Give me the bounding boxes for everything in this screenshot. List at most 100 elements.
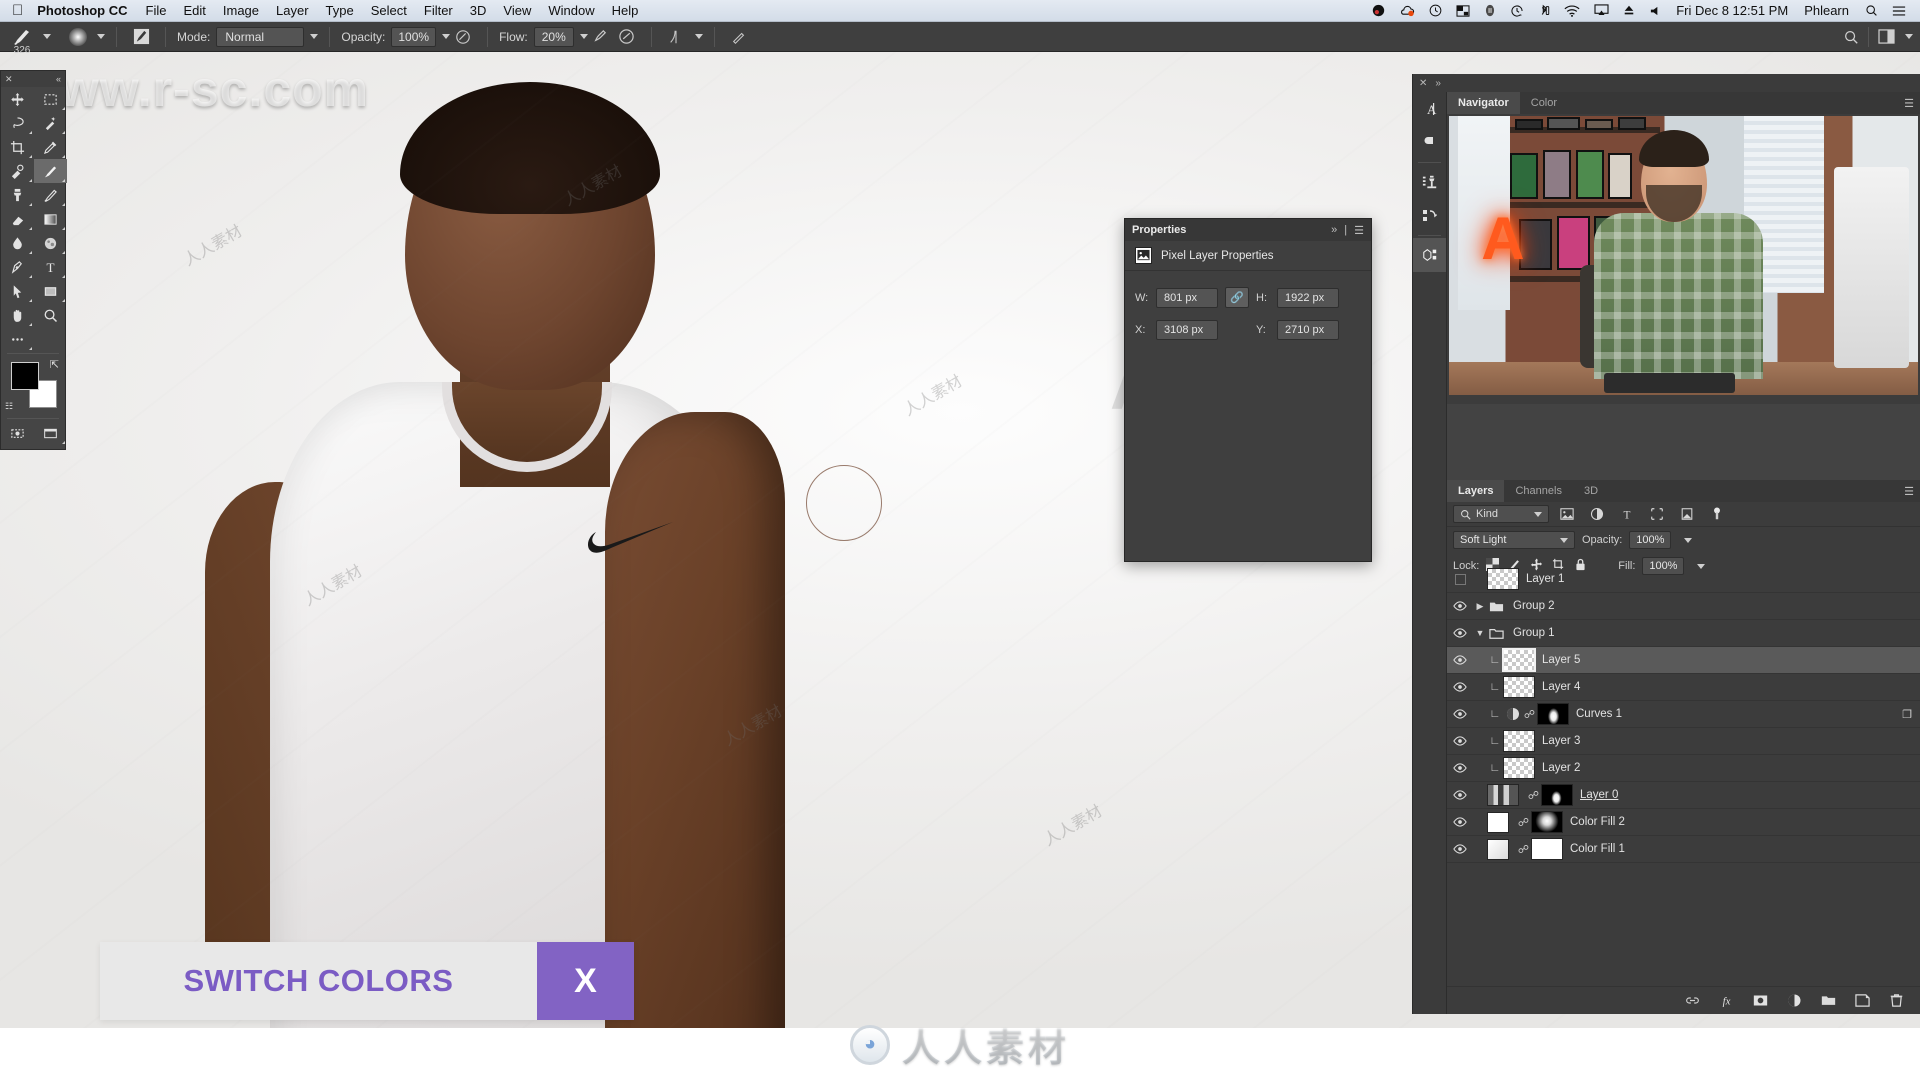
- spot-healing-brush-tool[interactable]: [1, 159, 34, 183]
- tablet-pressure-icon[interactable]: [726, 25, 752, 49]
- width-input[interactable]: 801 px: [1156, 287, 1218, 308]
- dodge-tool[interactable]: [34, 231, 67, 255]
- layer-visibility-toggle[interactable]: [1447, 763, 1473, 773]
- layer-visibility-toggle[interactable]: [1447, 655, 1473, 665]
- opacity-input[interactable]: 100%: [391, 26, 437, 47]
- layer-thumbnail[interactable]: [1487, 838, 1509, 860]
- tab-layers[interactable]: Layers: [1447, 480, 1505, 502]
- layer-thumbnail[interactable]: [1502, 648, 1536, 672]
- layer-mask-thumbnail[interactable]: [1541, 784, 1573, 806]
- table-row[interactable]: ▶ Group 2: [1447, 593, 1920, 620]
- layer-visibility-toggle[interactable]: [1447, 817, 1473, 827]
- menu-select[interactable]: Select: [371, 3, 407, 18]
- close-icon[interactable]: ✕: [1419, 78, 1427, 89]
- table-row[interactable]: ☍ Color Fill 2: [1447, 809, 1920, 836]
- workspace-chevron-icon[interactable]: [1905, 34, 1913, 39]
- menu-window[interactable]: Window: [548, 3, 594, 18]
- dropbox-icon[interactable]: [1372, 4, 1385, 17]
- table-row[interactable]: ∟ Layer 3: [1447, 728, 1920, 755]
- link-mask-icon[interactable]: ☍: [1516, 843, 1531, 856]
- mode-select[interactable]: Normal: [216, 26, 305, 47]
- menu-filter[interactable]: Filter: [424, 3, 453, 18]
- panel-menu-icon[interactable]: ☰: [1904, 485, 1914, 498]
- layer-visibility-toggle[interactable]: [1447, 601, 1473, 611]
- opacity-chevron-icon[interactable]: [1684, 537, 1693, 543]
- layer-thumbnail[interactable]: [1503, 757, 1535, 779]
- new-group-icon[interactable]: [1821, 993, 1836, 1008]
- curves-adjustment-icon[interactable]: [1503, 707, 1522, 721]
- clock-icon[interactable]: [1429, 4, 1442, 17]
- clone-source-icon[interactable]: [1413, 165, 1446, 199]
- filter-shape-icon[interactable]: [1645, 504, 1669, 524]
- collapse-icon[interactable]: »: [1435, 78, 1441, 89]
- brush-size-chevron-icon[interactable]: [97, 34, 105, 39]
- airplay-icon[interactable]: [1594, 4, 1609, 17]
- crop-tool[interactable]: [1, 135, 34, 159]
- brush-tool-icon[interactable]: 326: [7, 25, 37, 56]
- panel-menu-icon[interactable]: ☰: [1904, 97, 1914, 110]
- paragraph-panel-icon[interactable]: [1413, 126, 1446, 160]
- y-input[interactable]: 2710 px: [1277, 319, 1339, 340]
- menu-image[interactable]: Image: [223, 3, 259, 18]
- table-row[interactable]: ∟ Layer 4: [1447, 674, 1920, 701]
- layer-name[interactable]: Layer 0: [1580, 789, 1912, 801]
- edit-toolbar[interactable]: [1, 327, 34, 351]
- lasso-tool[interactable]: [1, 111, 34, 135]
- layer-thumbnail[interactable]: [1503, 730, 1535, 752]
- 3d-panel-icon[interactable]: [1413, 238, 1446, 272]
- menu-view[interactable]: View: [503, 3, 531, 18]
- eyedropper-tool[interactable]: [34, 135, 67, 159]
- menu-file[interactable]: File: [146, 3, 167, 18]
- rectangular-marquee-tool[interactable]: [34, 87, 67, 111]
- layer-name[interactable]: Layer 2: [1542, 762, 1912, 774]
- link-mask-icon[interactable]: ☍: [1516, 816, 1531, 829]
- layer-mask-thumbnail[interactable]: [1531, 838, 1563, 860]
- layer-thumbnail[interactable]: [1487, 568, 1519, 590]
- layer-visibility-toggle[interactable]: [1447, 736, 1473, 746]
- mode-chevron-icon[interactable]: [310, 34, 319, 39]
- eject-icon[interactable]: [1623, 4, 1635, 17]
- app-name-label[interactable]: Photoshop CC: [37, 3, 127, 18]
- layer-name[interactable]: Group 2: [1513, 600, 1912, 612]
- layer-name[interactable]: Layer 1: [1526, 573, 1912, 585]
- layer-list[interactable]: Layer 1 ▶ Group 2 ▼ Group 1 ∟ Layer 5 ∟ …: [1447, 566, 1920, 986]
- chevron-down-icon[interactable]: ▼: [1473, 628, 1487, 638]
- panel-menu-icon[interactable]: ☰: [1354, 224, 1364, 237]
- tab-channels[interactable]: Channels: [1504, 480, 1572, 502]
- airbrush-icon[interactable]: [588, 25, 614, 49]
- filter-adjustment-icon[interactable]: [1585, 504, 1609, 524]
- link-constrain-icon[interactable]: 🔗: [1225, 287, 1249, 308]
- opacity-chevron-icon[interactable]: [442, 34, 451, 39]
- brush-panel-icon[interactable]: [128, 25, 154, 49]
- layer-thumbnail[interactable]: [1487, 784, 1519, 806]
- bluetooth-icon[interactable]: [1538, 4, 1550, 18]
- layer-mask-thumbnail[interactable]: [1537, 703, 1569, 725]
- hand-tool[interactable]: [1, 303, 34, 327]
- battery-icon[interactable]: [1484, 4, 1496, 17]
- chevron-down-icon[interactable]: [1560, 537, 1568, 543]
- layer-thumbnail[interactable]: [1487, 811, 1509, 833]
- table-row[interactable]: ∟ Layer 5: [1447, 647, 1920, 674]
- brush-preset-chevron-icon[interactable]: [43, 34, 51, 39]
- quick-mask-icon[interactable]: [1, 421, 34, 445]
- close-icon[interactable]: ✕: [5, 74, 13, 85]
- type-tool[interactable]: T: [34, 255, 67, 279]
- search-icon[interactable]: [1865, 4, 1878, 17]
- default-colors-icon[interactable]: ☷: [5, 401, 13, 412]
- adjustment-layer-icon[interactable]: [1787, 993, 1802, 1008]
- path-selection-tool[interactable]: [1, 279, 34, 303]
- collapse-icon[interactable]: «: [56, 74, 61, 84]
- brush-softness-preview-icon[interactable]: [65, 25, 91, 49]
- blend-mode-select[interactable]: Soft Light: [1453, 531, 1575, 549]
- filter-pixel-icon[interactable]: [1555, 504, 1579, 524]
- menubar-username[interactable]: Phlearn: [1804, 3, 1849, 18]
- layer-mask-thumbnail[interactable]: [1531, 811, 1563, 833]
- layer-visibility-toggle[interactable]: [1447, 790, 1473, 800]
- menu-type[interactable]: Type: [326, 3, 354, 18]
- apple-icon[interactable]: : [12, 3, 23, 18]
- tab-3d[interactable]: 3D: [1573, 480, 1609, 502]
- screen-mode-icon[interactable]: [34, 421, 67, 445]
- wifi-icon[interactable]: [1564, 4, 1580, 17]
- layer-name[interactable]: Curves 1: [1576, 708, 1902, 720]
- smoothing-icon[interactable]: [614, 25, 640, 49]
